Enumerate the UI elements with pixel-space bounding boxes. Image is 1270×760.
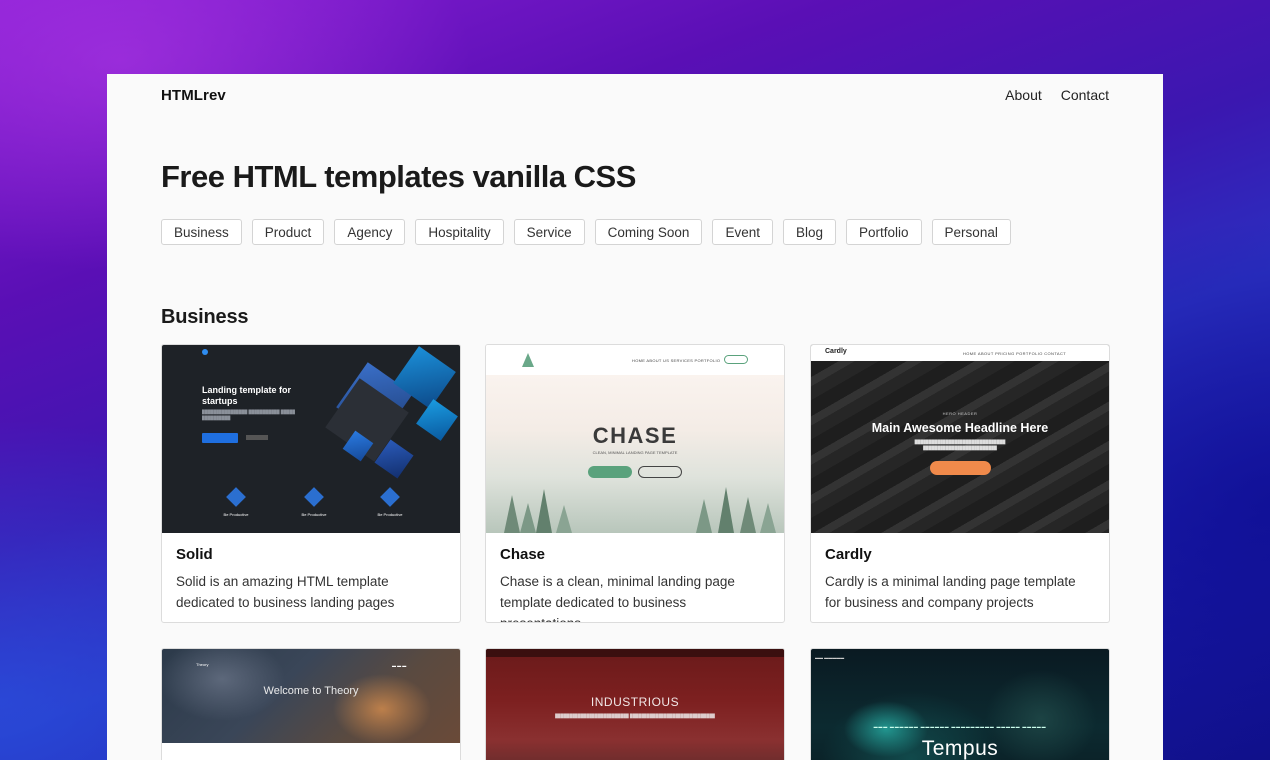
thumb-title: CHASE <box>592 423 678 448</box>
card-body: Chase Chase is a clean, minimal landing … <box>486 533 784 622</box>
cube-shape <box>416 399 458 441</box>
template-thumbnail[interactable]: ▬▬ ▬▬▬▬▬ ▬▬▬ ▬▬▬▬▬▬ ▬▬▬▬▬▬ ▬▬▬▬▬▬▬▬▬ ▬▬▬… <box>811 649 1109 760</box>
thumb-headline: Main Awesome Headline Here <box>871 421 1049 435</box>
tag-blog[interactable]: Blog <box>782 219 837 245</box>
thumb-menu: ▬ ▬ ▬ <box>392 663 407 668</box>
thumb-secondary-button <box>246 435 268 440</box>
tag-hospitality[interactable]: Hospitality <box>415 219 504 245</box>
forest-tree-shape <box>696 499 712 533</box>
card-title[interactable]: Cardly <box>825 546 1095 563</box>
template-card-solid[interactable]: Landing template for startups ██████████… <box>161 344 461 623</box>
thumb-menu: HOME ABOUT US SERVICES PORTFOLIO <box>632 358 721 363</box>
logo-dot-icon <box>202 349 208 355</box>
thumb-eyebrow: HERO HEADER <box>942 411 978 416</box>
feature-item: Be Productive <box>378 487 402 517</box>
thumb-text-lines: ████████████████████████████████ ███████… <box>914 439 1006 450</box>
thumb-eyebrow: ▬▬▬ ▬▬▬▬▬▬ ▬▬▬▬▬▬ ▬▬▬▬▬▬▬▬▬ ▬▬▬▬▬ ▬▬▬▬▬ <box>873 724 1047 729</box>
card-title[interactable]: Chase <box>500 546 770 563</box>
template-card-theory[interactable]: Theory ▬ ▬ ▬ Welcome to Theory <box>161 648 461 760</box>
tag-coming-soon[interactable]: Coming Soon <box>594 219 703 245</box>
tag-service[interactable]: Service <box>513 219 585 245</box>
thumb-primary-button <box>930 461 991 475</box>
thumb-navbar <box>486 649 784 657</box>
nav-links: About Contact <box>1005 87 1109 103</box>
forest-tree-shape <box>556 505 572 533</box>
forest-tree-shape <box>504 495 520 533</box>
thumb-primary-button <box>588 466 632 478</box>
thumb-logo: Theory <box>196 662 209 667</box>
thumb-title: Tempus <box>921 737 999 760</box>
card-title[interactable]: Solid <box>176 546 446 563</box>
tag-portfolio[interactable]: Portfolio <box>846 219 922 245</box>
forest-tree-shape <box>520 503 536 533</box>
tag-personal[interactable]: Personal <box>931 219 1011 245</box>
thumb-logo: ▬▬ ▬▬▬▬▬ <box>815 655 845 660</box>
forest-tree-shape <box>536 489 552 533</box>
forest-tree-shape <box>740 497 756 533</box>
forest-tree-shape <box>718 487 734 533</box>
page-container: HTMLrev About Contact Free HTML template… <box>107 74 1163 760</box>
card-description: Solid is an amazing HTML template dedica… <box>176 574 395 610</box>
brand-logo[interactable]: HTMLrev <box>161 87 226 104</box>
template-thumbnail[interactable]: Cardly HOME ABOUT PRICING PORTFOLIO CONT… <box>811 345 1109 533</box>
forest-tree-shape <box>760 503 776 533</box>
card-description: Chase is a clean, minimal landing page t… <box>500 574 735 622</box>
thumb-text-lines: ██████████████████████████ █████████████… <box>555 713 715 718</box>
template-thumbnail[interactable]: INDUSTRIOUS ██████████████████████████ █… <box>486 649 784 760</box>
thumb-title: INDUSTRIOUS <box>590 695 680 709</box>
tag-business[interactable]: Business <box>161 219 242 245</box>
thumb-primary-button <box>202 433 238 443</box>
tag-agency[interactable]: Agency <box>334 219 406 245</box>
thumb-secondary-button <box>638 466 682 478</box>
card-body: Solid Solid is an amazing HTML template … <box>162 533 460 622</box>
page-title: Free HTML templates vanilla CSS <box>161 159 636 194</box>
thumb-headline: Landing template for startups <box>202 385 292 406</box>
thumb-logo: Cardly <box>825 348 847 355</box>
template-card-industrious[interactable]: INDUSTRIOUS ██████████████████████████ █… <box>485 648 785 760</box>
thumb-subtitle: CLEAN, MINIMAL LANDING PAGE TEMPLATE <box>592 450 678 455</box>
nav-link-contact[interactable]: Contact <box>1061 87 1109 103</box>
feature-icon <box>226 487 246 507</box>
thumb-try-button <box>724 355 748 364</box>
section-title: Business <box>161 306 249 328</box>
nav-link-about[interactable]: About <box>1005 87 1042 103</box>
card-description: Cardly is a minimal landing page templat… <box>825 574 1076 610</box>
template-thumbnail[interactable]: Landing template for startups ██████████… <box>162 345 460 533</box>
thumb-title: Welcome to Theory <box>263 685 359 697</box>
tag-product[interactable]: Product <box>251 219 325 245</box>
thumb-menu: HOME ABOUT PRICING PORTFOLIO CONTACT <box>963 351 1067 356</box>
feature-icon <box>380 487 400 507</box>
top-nav: HTMLrev About Contact <box>161 86 1109 104</box>
template-card-tempus[interactable]: ▬▬ ▬▬▬▬▬ ▬▬▬ ▬▬▬▬▬▬ ▬▬▬▬▬▬ ▬▬▬▬▬▬▬▬▬ ▬▬▬… <box>810 648 1110 760</box>
feature-icon <box>304 487 324 507</box>
template-card-cardly[interactable]: Cardly HOME ABOUT PRICING PORTFOLIO CONT… <box>810 344 1110 623</box>
feature-item: Be Productive <box>302 487 326 517</box>
tag-event[interactable]: Event <box>712 219 773 245</box>
template-thumbnail[interactable]: HOME ABOUT US SERVICES PORTFOLIO CHASE C… <box>486 345 784 533</box>
card-body: Cardly Cardly is a minimal landing page … <box>811 533 1109 622</box>
thumb-text-lines: ████████████████ ███████████ █████ █████… <box>202 409 295 420</box>
category-tags: Business Product Agency Hospitality Serv… <box>161 219 1011 245</box>
template-card-chase[interactable]: HOME ABOUT US SERVICES PORTFOLIO CHASE C… <box>485 344 785 623</box>
feature-item: Be Productive <box>224 487 248 517</box>
tree-logo-icon <box>522 353 534 367</box>
template-thumbnail[interactable]: Theory ▬ ▬ ▬ Welcome to Theory <box>162 649 460 743</box>
